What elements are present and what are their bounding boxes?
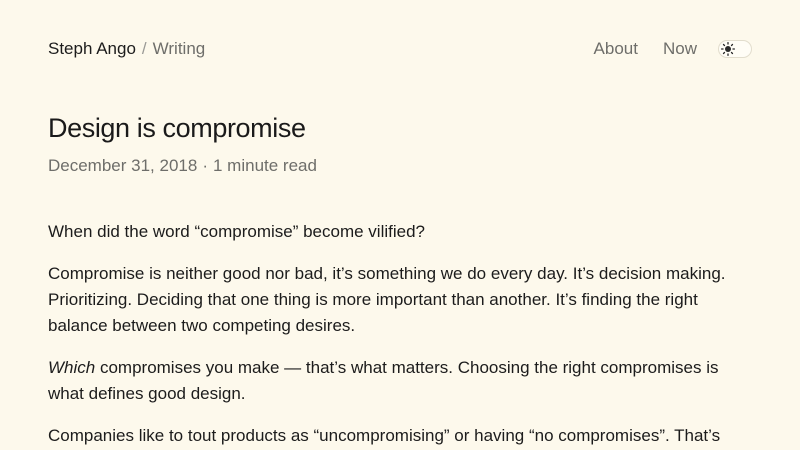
paragraph-3-text: compromises you make — that’s what matte…: [48, 358, 719, 403]
breadcrumb-separator: /: [141, 39, 147, 58]
post-title: Design is compromise: [48, 113, 306, 143]
post-date: December 31, 2018: [48, 156, 198, 175]
post-meta: December 31, 2018 · 1 minute read: [48, 156, 317, 176]
sun-icon: [720, 41, 736, 57]
emphasis-which: Which: [48, 358, 96, 377]
paragraph-2: Compromise is neither good nor bad, it’s…: [48, 264, 726, 335]
site-header: Steph Ango / Writing About Now: [48, 34, 752, 64]
site-name-link[interactable]: Steph Ango: [48, 39, 136, 59]
top-nav: About Now: [594, 39, 752, 59]
nav-about-link[interactable]: About: [594, 39, 638, 59]
breadcrumb-writing-link[interactable]: Writing: [153, 39, 206, 59]
paragraph-1: When did the word “compromise” become vi…: [48, 222, 425, 241]
breadcrumb: Steph Ango / Writing: [48, 39, 205, 59]
nav-now-link[interactable]: Now: [663, 39, 697, 59]
theme-toggle[interactable]: [718, 40, 752, 58]
meta-separator: ·: [202, 156, 208, 175]
paragraph-4: Companies like to tout products as “unco…: [48, 426, 721, 445]
post-read-time: 1 minute read: [213, 156, 317, 175]
post-body: When did the word “compromise” become vi…: [48, 219, 748, 450]
paragraph-3: Which compromises you make — that’s what…: [48, 355, 748, 407]
